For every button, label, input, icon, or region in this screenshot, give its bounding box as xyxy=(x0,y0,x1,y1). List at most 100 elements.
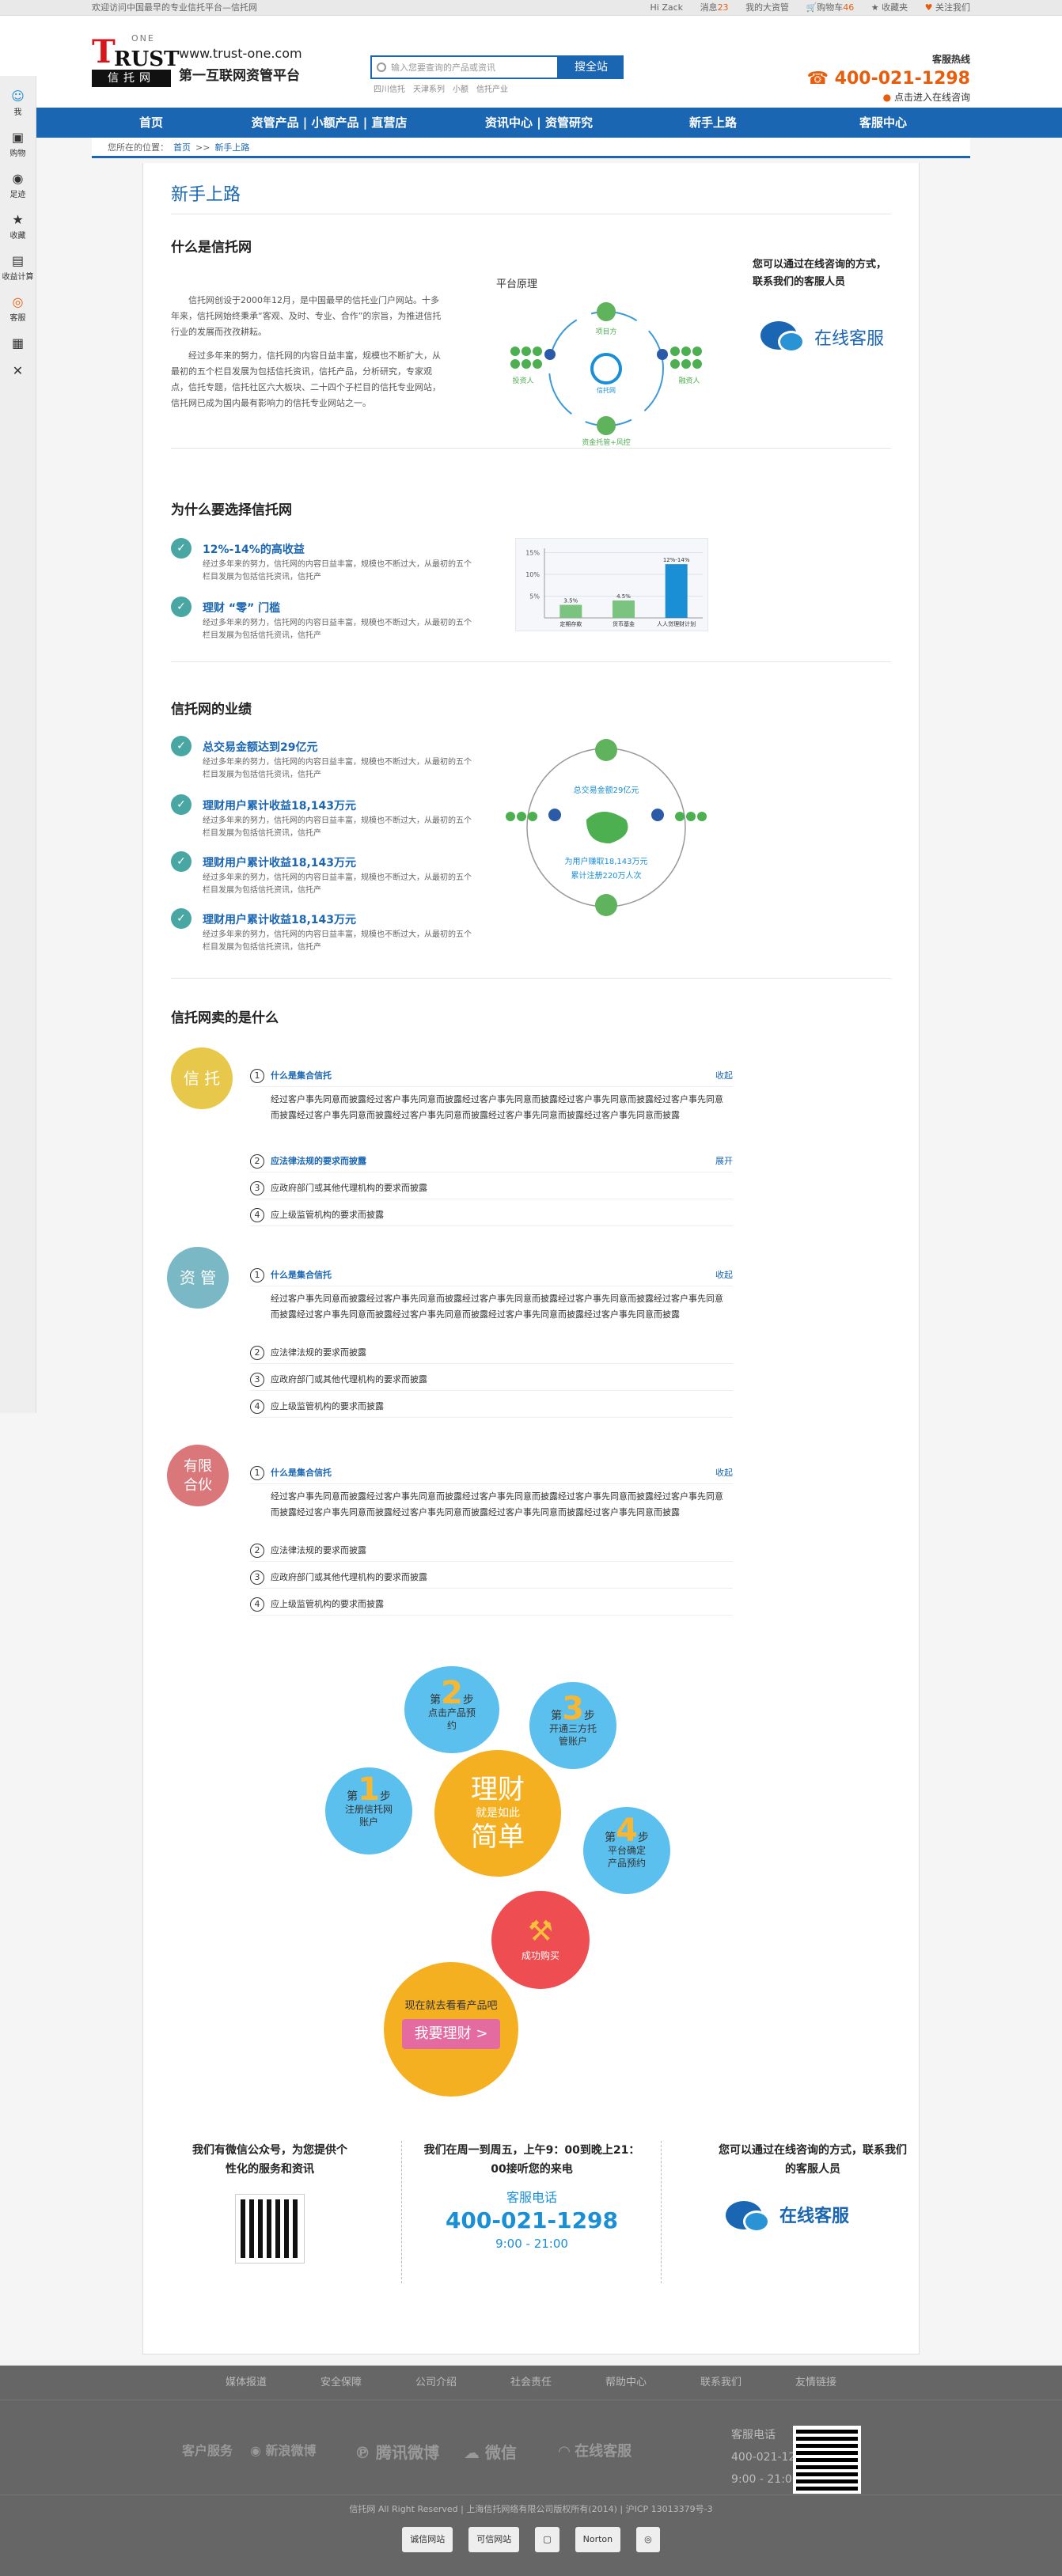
sidebar-item-service[interactable]: ◎ 客服 xyxy=(0,294,36,323)
tencent-weibo-link[interactable]: ℗ 腾讯微博 xyxy=(355,2440,439,2463)
weibo-link[interactable]: ◉ 新浪微博 xyxy=(250,2440,317,2459)
calculator-icon: ▤ xyxy=(11,253,25,268)
performance-item: ✓ 理财用户累计收益18,143万元 经过多年来的努力，信托网的内容日益丰富，规模也… xyxy=(171,908,472,956)
faq-list-trust: 1 什么是集合信托 收起 经过客户事先同意而披露经过客户事先同意而披露经过客户事先同… xyxy=(250,1066,733,1272)
wechat-link[interactable]: ☁ 微信 xyxy=(464,2440,517,2463)
online-chat-button[interactable]: 在线客服 xyxy=(760,318,884,356)
perf-stat-users: 累计注册220万人次 xyxy=(571,870,641,881)
greeting[interactable]: Hi Zack xyxy=(650,2,684,13)
faq-item[interactable]: 3 应政府部门或其他代理机构的要求而披露 xyxy=(250,1568,733,1589)
faq-item[interactable]: 4 应上级监管机构的要求而披露 xyxy=(250,1595,733,1616)
online-consult-link[interactable]: ● 点击进入在线咨询 xyxy=(807,90,970,104)
sidebar-item-history[interactable]: ◉ 足迹 xyxy=(0,171,36,199)
faq-item[interactable]: 2 应法律法规的要求而披露 xyxy=(250,1541,733,1562)
search-bar: 输入您要查询的产品或资讯 搜全站 xyxy=(370,55,624,79)
invest-now-button[interactable]: 我要理财 > xyxy=(402,2019,500,2049)
cart-link[interactable]: 🛒购物车46 xyxy=(806,2,855,13)
breadcrumb-home[interactable]: 首页 xyxy=(173,142,191,153)
footer-link[interactable]: 社会责任 xyxy=(510,2366,552,2400)
sidebar-item-fav[interactable]: ★ 收藏 xyxy=(0,212,36,241)
performance-diagram: 总交易金额29亿元 为用户赚取18,143万元 累计注册220万人次 xyxy=(506,739,707,916)
faq-item[interactable]: 1 什么是集合信托 收起 xyxy=(250,1066,733,1087)
faq-item[interactable]: 3 应政府部门或其他代理机构的要求而披露 xyxy=(250,1370,733,1391)
x-tick-label: 定期存款 xyxy=(559,620,582,627)
faq-item[interactable]: 3 应政府部门或其他代理机构的要求而披露 xyxy=(250,1179,733,1199)
messages-link[interactable]: 消息23 xyxy=(700,2,729,13)
faq-item[interactable]: 1 什么是集合信托 收起 xyxy=(250,1464,733,1484)
performance-item: ✓ 理财用户累计收益18,143万元 经过多年来的努力，信托网的内容日益丰富，规模也… xyxy=(171,794,472,842)
diagram-title: 平台原理 xyxy=(496,278,538,290)
x-tick-label: 货币基金 xyxy=(613,620,635,627)
footer-link[interactable]: 帮助中心 xyxy=(605,2366,647,2400)
hot-keyword[interactable]: 小额 xyxy=(453,85,468,94)
badge-seal[interactable]: ▢ xyxy=(535,2527,559,2552)
category-partnership-icon: 有限合伙 xyxy=(167,1445,229,1506)
logo[interactable]: ONE T RUST 信托网 xyxy=(92,33,179,89)
consult-text: 您可以通过在线咨询的方式，联系我们的客服人员 xyxy=(753,259,887,288)
nav-products[interactable]: 资管产品 | 小额产品 | 直营店 xyxy=(211,108,448,138)
wechat-qr-code xyxy=(236,2195,304,2263)
footer-link[interactable]: 媒体报道 xyxy=(226,2366,267,2400)
section-title-what: 什么是信托网 xyxy=(171,240,252,256)
account-link[interactable]: 我的大资管 xyxy=(745,2,789,13)
faq-item[interactable]: 4 应上级监管机构的要求而披露 xyxy=(250,1206,733,1226)
x-tick-label: 人人贷理财计划 xyxy=(657,620,696,627)
online-chat-button[interactable]: 在线客服 xyxy=(726,2198,908,2236)
bar xyxy=(665,564,688,618)
badge-trusted[interactable]: 可信网站 xyxy=(468,2527,520,2552)
search-icon xyxy=(377,63,386,72)
badge-norton[interactable]: Norton xyxy=(575,2527,621,2552)
side-toolbar: ☺ 我 ▣ 购物 ◉ 足迹 ★ 收藏 ▤ 收益计算 ◎ 客服 ▦ ✕ xyxy=(0,76,36,1413)
star-icon: ★ xyxy=(12,212,24,227)
online-service-link[interactable]: ◠ 在线客服 xyxy=(559,2440,632,2460)
collapse-toggle: 收起 xyxy=(715,1270,733,1280)
faq-item[interactable]: 2 应法律法规的要求而披露 展开 xyxy=(250,1152,733,1172)
badge-credit[interactable]: 诚信网站 xyxy=(402,2527,453,2552)
footer-link[interactable]: 公司介绍 xyxy=(415,2366,457,2400)
favorites-link[interactable]: ★ 收藏夹 xyxy=(871,2,908,13)
follow-link[interactable]: ♥ 关注我们 xyxy=(925,2,970,13)
step-3-bubble: 第3步 开通三方托管账户 xyxy=(529,1682,616,1769)
hotline-label: 客服热线 xyxy=(931,54,970,65)
sidebar-item-qr[interactable]: ▦ xyxy=(0,335,36,350)
headset-icon: ◠ xyxy=(559,2443,575,2460)
success-bubble: ⚒ 成功购买 xyxy=(491,1891,590,1989)
tencent-icon: ℗ xyxy=(355,2443,376,2462)
y-tick-label: 15% xyxy=(525,550,540,557)
welcome-text: 欢迎访问中国最早的专业信托平台—信托网 xyxy=(92,2,257,13)
hot-keyword[interactable]: 信托产业 xyxy=(476,85,508,94)
data-label: 3.5% xyxy=(563,598,578,604)
chat-bubble-icon xyxy=(760,318,808,356)
badge-security[interactable]: ◎ xyxy=(636,2527,660,2552)
sidebar-item-calc[interactable]: ▤ 收益计算 xyxy=(0,253,36,282)
search-button[interactable]: 搜全站 xyxy=(559,55,624,79)
sidebar-item-cart[interactable]: ▣ 购物 xyxy=(0,130,36,158)
footer-link[interactable]: 安全保障 xyxy=(320,2366,362,2400)
phone-column: 我们在周一到周五，上午9：00到晚上21：00接听您的来电 客服电话 400-021… xyxy=(423,2144,640,2251)
hot-keyword[interactable]: 四川信托 xyxy=(374,85,405,94)
faq-item[interactable]: 1 什么是集合信托 收起 xyxy=(250,1266,733,1286)
sidebar-item-close[interactable]: ✕ xyxy=(0,363,36,378)
sidebar-item-me[interactable]: ☺ 我 xyxy=(0,89,36,117)
faq-list-partnership: 1 什么是集合信托 收起 经过客户事先同意而披露经过客户事先同意而披露经过客户事先同… xyxy=(250,1464,733,1654)
expand-toggle: 展开 xyxy=(715,1156,733,1166)
trust-badges: 诚信网站 可信网站 ▢ Norton ◎ xyxy=(0,2527,1062,2552)
site-slogan: 第一互联网资管平台 xyxy=(179,68,300,84)
footer-link[interactable]: 友情链接 xyxy=(795,2366,836,2400)
nav-home[interactable]: 首页 xyxy=(92,108,211,138)
platform-diagram: 项目方 投资人 融资人 信托网 资金托管+风控 xyxy=(510,302,702,447)
wechat-icon: ☁ xyxy=(464,2443,485,2462)
hot-keyword[interactable]: 天津系列 xyxy=(413,85,445,94)
footer-link[interactable]: 联系我们 xyxy=(700,2366,742,2400)
footer: 媒体报道 安全保障 公司介绍 社会责任 帮助中心 联系我们 友情链接 客户服务 ◉ 新浪微博… xyxy=(0,2366,1062,2576)
nav-beginner[interactable]: 新手上路 xyxy=(630,108,796,138)
faq-item[interactable]: 2 应法律法规的要求而披露 xyxy=(250,1343,733,1364)
faq-item[interactable]: 4 应上级监管机构的要求而披露 xyxy=(250,1397,733,1418)
qr-icon: ▦ xyxy=(11,335,25,350)
search-input[interactable]: 输入您要查询的产品或资讯 xyxy=(370,55,559,79)
nav-service[interactable]: 客服中心 xyxy=(796,108,970,138)
consult-column: 您可以通过在线咨询的方式，联系我们的客服人员 在线客服 xyxy=(718,2141,908,2236)
site-info: www.trust-one.com 第一互联网资管平台 xyxy=(179,46,302,84)
collapse-toggle: 收起 xyxy=(715,1070,733,1081)
nav-news[interactable]: 资讯中心 | 资管研究 xyxy=(448,108,630,138)
